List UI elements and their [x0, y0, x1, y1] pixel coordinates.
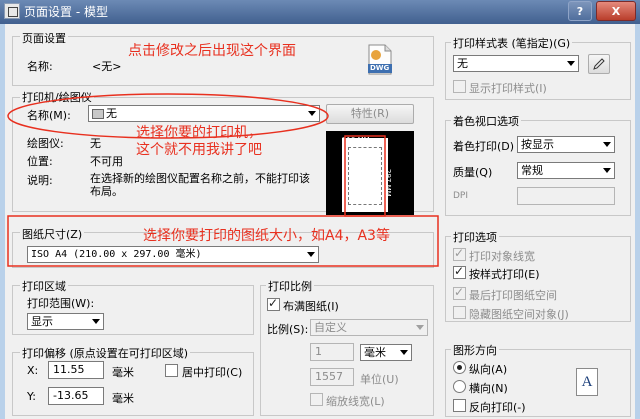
paper-size-highlight-rect: [7, 215, 439, 267]
annotation-overlay: [7, 93, 439, 267]
printer-highlight-ellipse: [7, 93, 329, 139]
preview-highlight-rect: [344, 135, 386, 217]
